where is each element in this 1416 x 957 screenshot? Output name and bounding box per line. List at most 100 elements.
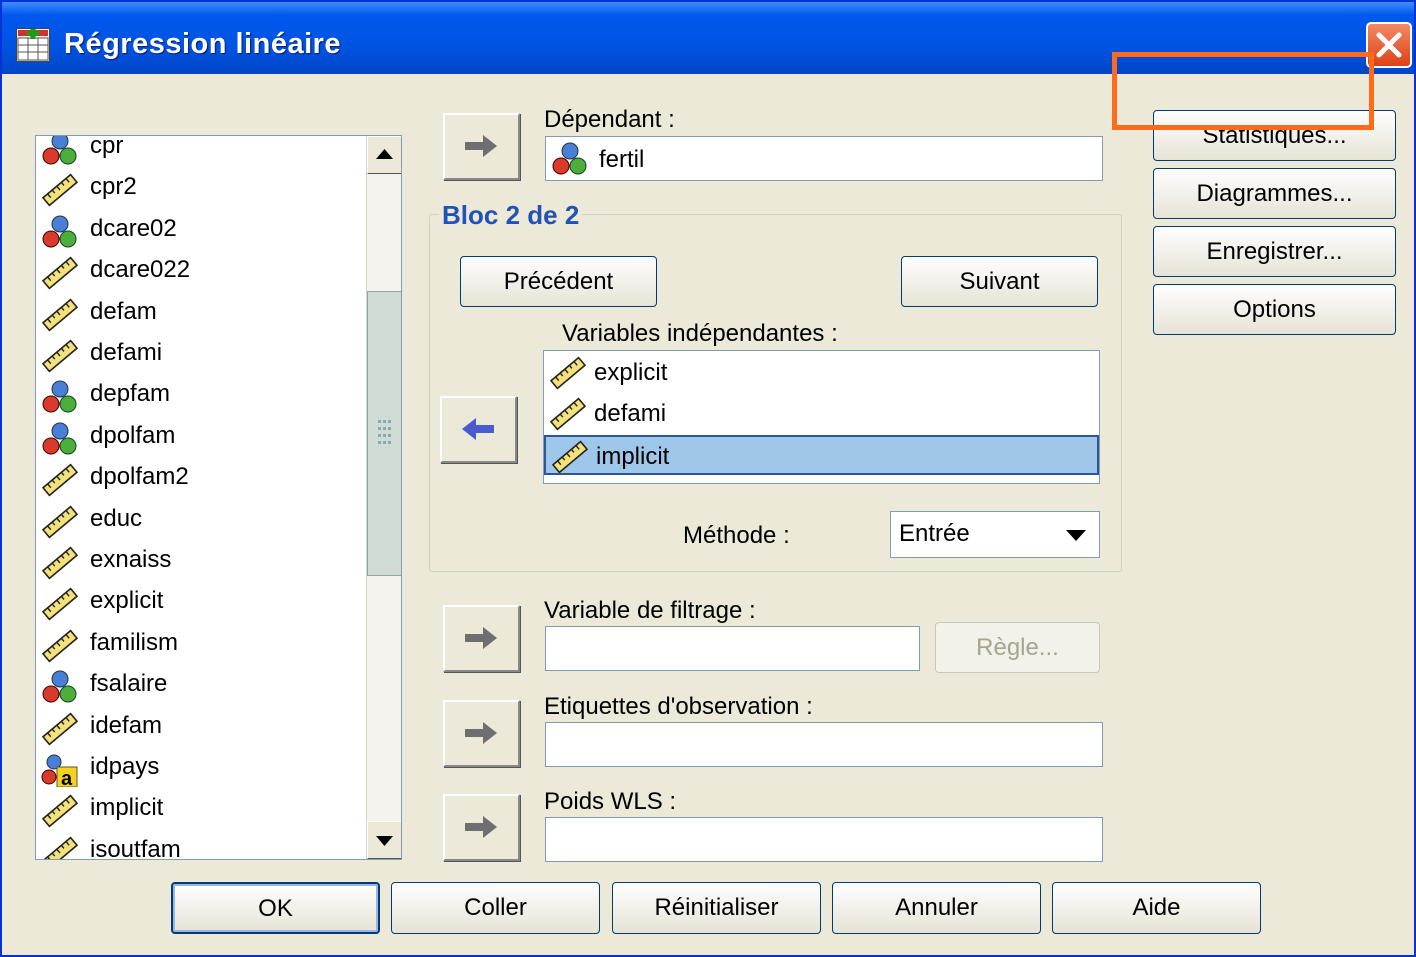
scale-variable-icon	[40, 712, 80, 746]
options-button[interactable]: Options	[1153, 284, 1396, 335]
scale-variable-icon	[40, 298, 80, 332]
variable-name: implicit	[90, 794, 164, 822]
wls-field[interactable]	[545, 817, 1103, 862]
cancel-button[interactable]: Annuler	[832, 882, 1041, 934]
case-labels-label: Etiquettes d'observation :	[544, 693, 813, 720]
scale-variable-icon	[40, 587, 80, 621]
scroll-up-button[interactable]	[367, 136, 401, 174]
move-from-independents-button[interactable]	[440, 396, 517, 463]
list-item[interactable]: depfam	[36, 376, 366, 416]
variable-name: depfam	[90, 380, 171, 408]
variable-name: isoutfam	[90, 835, 181, 859]
list-item[interactable]: idpays	[36, 749, 366, 789]
vertical-scrollbar[interactable]	[366, 136, 401, 859]
variable-name: explicit	[90, 587, 164, 615]
scale-variable-icon	[40, 629, 80, 663]
scale-variable-icon	[40, 794, 80, 828]
reset-label: Réinitialiser	[654, 894, 779, 921]
source-list-items: cpr cpr2 dcare02 dcare022 defam defami depfam d…	[36, 136, 366, 859]
list-item[interactable]: cpr	[36, 136, 366, 168]
variable-name: dpolfam	[90, 421, 176, 449]
list-item[interactable]: defam	[36, 294, 366, 334]
scroll-grip-icon	[378, 420, 391, 444]
variable-name: familism	[90, 628, 178, 656]
scale-variable-icon	[40, 505, 80, 539]
string-variable-icon	[40, 753, 80, 787]
list-item[interactable]: defami	[36, 335, 366, 375]
list-item[interactable]: implicit	[36, 790, 366, 830]
list-item[interactable]: familism	[36, 625, 366, 665]
arrow-right-icon	[465, 135, 497, 157]
wls-label: Poids WLS :	[544, 788, 677, 815]
list-item[interactable]: dpolfam	[36, 418, 366, 458]
scroll-down-button[interactable]	[367, 821, 401, 859]
variable-name: dcare022	[90, 256, 191, 284]
previous-label: Précédent	[503, 268, 614, 295]
move-to-dependent-button[interactable]	[443, 113, 520, 180]
variable-name: idefam	[90, 711, 163, 739]
move-to-case-labels-button[interactable]	[443, 700, 520, 767]
method-dropdown[interactable]: Entrée	[890, 511, 1100, 558]
nominal-variable-icon	[40, 380, 80, 414]
nominal-variable-icon	[40, 136, 80, 166]
scale-variable-icon	[548, 356, 588, 390]
nominal-variable-icon	[40, 215, 80, 249]
list-item[interactable]: cpr2	[36, 169, 366, 209]
list-item[interactable]: isoutfam	[36, 832, 366, 859]
move-to-filter-button[interactable]	[443, 605, 520, 672]
list-item[interactable]: dpolfam2	[36, 459, 366, 499]
scale-variable-icon	[40, 339, 80, 373]
list-item[interactable]: exnaiss	[36, 542, 366, 582]
variable-name: dcare02	[90, 214, 177, 242]
filter-field[interactable]	[545, 626, 920, 671]
paste-label: Coller	[464, 894, 527, 921]
list-item[interactable]: explicit	[36, 583, 366, 623]
save-label: Enregistrer...	[1206, 238, 1343, 265]
independent-item[interactable]: explicit	[544, 353, 1099, 393]
ok-button[interactable]: OK	[171, 882, 380, 934]
save-button[interactable]: Enregistrer...	[1153, 226, 1396, 277]
scale-variable-icon	[40, 463, 80, 497]
scale-variable-icon	[550, 440, 590, 474]
rule-button[interactable]: Règle...	[935, 622, 1100, 673]
variable-name: dpolfam2	[90, 463, 189, 491]
regression-dialog: Régression linéaire cpr cpr2 dcare02 dcare0…	[0, 0, 1416, 957]
next-label: Suivant	[959, 268, 1040, 295]
case-labels-field[interactable]	[545, 722, 1103, 767]
method-label: Méthode :	[683, 522, 790, 549]
dependent-field[interactable]: fertil	[545, 136, 1103, 181]
reset-button[interactable]: Réinitialiser	[612, 882, 821, 934]
rule-label: Règle...	[976, 634, 1059, 661]
nominal-variable-icon	[40, 422, 80, 456]
block-title: Bloc 2 de 2	[439, 200, 583, 231]
previous-block-button[interactable]: Précédent	[460, 256, 657, 307]
nominal-variable-icon	[550, 142, 590, 176]
plots-button[interactable]: Diagrammes...	[1153, 168, 1396, 219]
scroll-thumb[interactable]	[367, 291, 401, 576]
scale-variable-icon	[40, 546, 80, 580]
list-item[interactable]: educ	[36, 501, 366, 541]
cancel-label: Annuler	[895, 894, 978, 921]
independent-variable-list[interactable]: explicit defami implicit	[543, 350, 1100, 484]
scale-variable-icon	[40, 173, 80, 207]
list-item[interactable]: dcare022	[36, 252, 366, 292]
list-item[interactable]: idefam	[36, 708, 366, 748]
list-item[interactable]: fsalaire	[36, 666, 366, 706]
variable-name: cpr2	[90, 173, 137, 201]
dependent-value: fertil	[599, 146, 645, 173]
variable-name: educ	[90, 504, 143, 532]
independent-item[interactable]: defami	[544, 394, 1099, 434]
variable-name: explicit	[594, 359, 668, 386]
variable-name: idpays	[90, 753, 160, 780]
independent-item[interactable]: implicit	[544, 435, 1099, 475]
list-item[interactable]: dcare02	[36, 211, 366, 251]
move-to-wls-button[interactable]	[443, 794, 520, 861]
help-button[interactable]: Aide	[1052, 882, 1261, 934]
paste-button[interactable]: Coller	[391, 882, 600, 934]
next-block-button[interactable]: Suivant	[901, 256, 1098, 307]
scale-variable-icon	[40, 256, 80, 290]
ok-label: OK	[258, 895, 293, 922]
window-title: Régression linéaire	[64, 28, 342, 60]
source-variable-list[interactable]: cpr cpr2 dcare02 dcare022 defam defami depfam d…	[35, 135, 402, 860]
independents-label: Variables indépendantes :	[562, 320, 838, 347]
